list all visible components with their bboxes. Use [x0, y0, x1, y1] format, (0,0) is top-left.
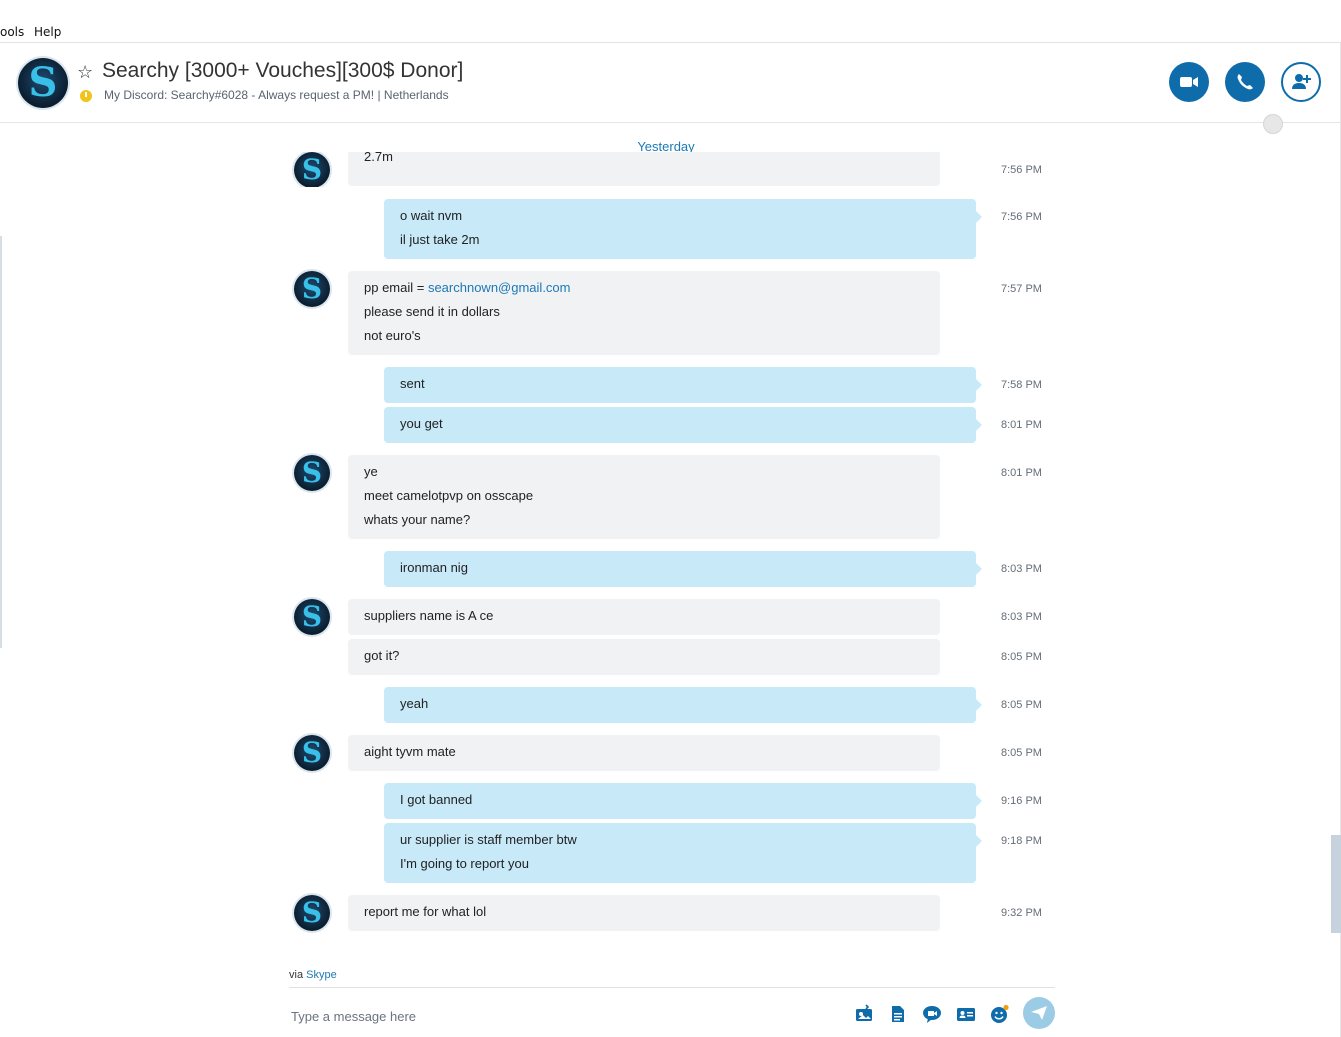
message-text: I'm going to report you [400, 856, 529, 871]
contact-name[interactable]: Searchy [3000+ Vouches][300$ Donor] [102, 59, 463, 83]
message-time: 8:01 PM [1001, 419, 1042, 431]
audio-call-button[interactable] [1225, 62, 1265, 102]
video-message-icon[interactable] [921, 1003, 943, 1025]
message-text-part: pp email = [364, 280, 428, 295]
contact-card-icon[interactable] [955, 1003, 977, 1025]
message-time: 8:01 PM [1001, 467, 1042, 479]
incoming-message[interactable]: 2.7m [348, 152, 940, 186]
message-text: you get [400, 416, 443, 431]
window-edge [0, 236, 2, 648]
message-time: 8:05 PM [1001, 651, 1042, 663]
compose-divider [289, 987, 1055, 988]
incoming-message[interactable]: suppliers name is A ce [348, 599, 940, 635]
favorite-star-icon[interactable]: ☆ [77, 62, 93, 83]
message-text: ye [364, 464, 378, 479]
message-time: 8:05 PM [1001, 699, 1042, 711]
message-input[interactable] [289, 1004, 813, 1028]
outgoing-message[interactable]: o wait nvm il just take 2m [384, 199, 982, 259]
sender-avatar[interactable]: S [294, 895, 330, 931]
contact-mood-message: My Discord: Searchy#6028 - Always reques… [104, 88, 449, 102]
incoming-message[interactable]: got it? [348, 639, 940, 675]
message-text: sent [400, 376, 425, 391]
outgoing-message[interactable]: sent [384, 367, 982, 403]
message-time: 7:56 PM [1001, 211, 1042, 223]
incoming-message[interactable]: ye meet camelotpvp on osscape whats your… [348, 455, 940, 539]
message-time: 8:03 PM [1001, 563, 1042, 575]
menu-help[interactable]: Help [34, 25, 61, 39]
add-people-button[interactable] [1281, 62, 1321, 102]
video-call-button[interactable] [1169, 62, 1209, 102]
emoticon-icon[interactable] [989, 1003, 1011, 1025]
message-time: 8:03 PM [1001, 611, 1042, 623]
message-text: please send it in dollars [364, 304, 500, 319]
contact-avatar[interactable]: S [18, 58, 68, 108]
message-text: meet camelotpvp on osscape [364, 488, 534, 503]
message-time: 9:32 PM [1001, 907, 1042, 919]
send-media-icon[interactable] [853, 1003, 875, 1025]
via-skype-link[interactable]: Skype [306, 969, 337, 981]
conversation-header: S ☆ Searchy [3000+ Vouches][300$ Donor] … [0, 43, 1341, 123]
outgoing-message[interactable]: ironman nig [384, 551, 982, 587]
sender-avatar[interactable]: S [294, 152, 330, 187]
incoming-message[interactable]: report me for what lol [348, 895, 940, 931]
sender-avatar[interactable]: S [294, 599, 330, 635]
send-button[interactable] [1023, 997, 1055, 1029]
menu-tools[interactable]: ools [0, 25, 24, 39]
message-text: ironman nig [400, 560, 468, 575]
message-time: 9:18 PM [1001, 835, 1042, 847]
message-time: 9:16 PM [1001, 795, 1042, 807]
message-clip: S 2.7m 7:56 PM [0, 152, 1341, 187]
via-label: via Skype [289, 969, 337, 981]
add-person-icon [1292, 74, 1311, 89]
menubar: ools Help [0, 22, 1341, 43]
message-text: pp email = searchnown@gmail.com [364, 276, 924, 300]
message-text: whats your name? [364, 512, 471, 527]
message-time: 7:57 PM [1001, 283, 1042, 295]
globe-icon[interactable] [1263, 114, 1283, 134]
message-text: not euro's [364, 328, 421, 343]
message-text: 2.7m [364, 152, 393, 164]
message-text: o wait nvm [400, 208, 463, 223]
message-text: ur supplier is staff member btw [400, 832, 577, 847]
incoming-message[interactable]: pp email = searchnown@gmail.com please s… [348, 271, 940, 355]
away-status-icon [80, 90, 92, 102]
message-text: il just take 2m [400, 232, 480, 247]
via-prefix: via [289, 969, 307, 981]
send-icon [1031, 1006, 1047, 1020]
message-text: yeah [400, 696, 429, 711]
email-link[interactable]: searchnown@gmail.com [428, 280, 571, 295]
message-text: aight tyvm mate [364, 744, 456, 759]
message-text: suppliers name is A ce [364, 608, 494, 623]
outgoing-message[interactable]: you get [384, 407, 982, 443]
outgoing-message[interactable]: yeah [384, 687, 982, 723]
message-text: report me for what lol [364, 904, 487, 919]
sender-avatar[interactable]: S [294, 735, 330, 771]
phone-icon [1237, 74, 1253, 90]
outgoing-message[interactable]: ur supplier is staff member btw I'm goin… [384, 823, 982, 883]
incoming-message[interactable]: aight tyvm mate [348, 735, 940, 771]
message-time: 8:05 PM [1001, 747, 1042, 759]
sender-avatar[interactable]: S [294, 271, 330, 307]
send-file-icon[interactable] [887, 1003, 909, 1025]
message-text: I got banned [400, 792, 473, 807]
sender-avatar[interactable]: S [294, 455, 330, 491]
message-time: 7:56 PM [1001, 164, 1042, 176]
outgoing-message[interactable]: I got banned [384, 783, 982, 819]
message-time: 7:58 PM [1001, 379, 1042, 391]
scrollbar-thumb[interactable] [1331, 835, 1341, 933]
message-text: got it? [364, 648, 400, 663]
video-camera-icon [1180, 77, 1198, 87]
